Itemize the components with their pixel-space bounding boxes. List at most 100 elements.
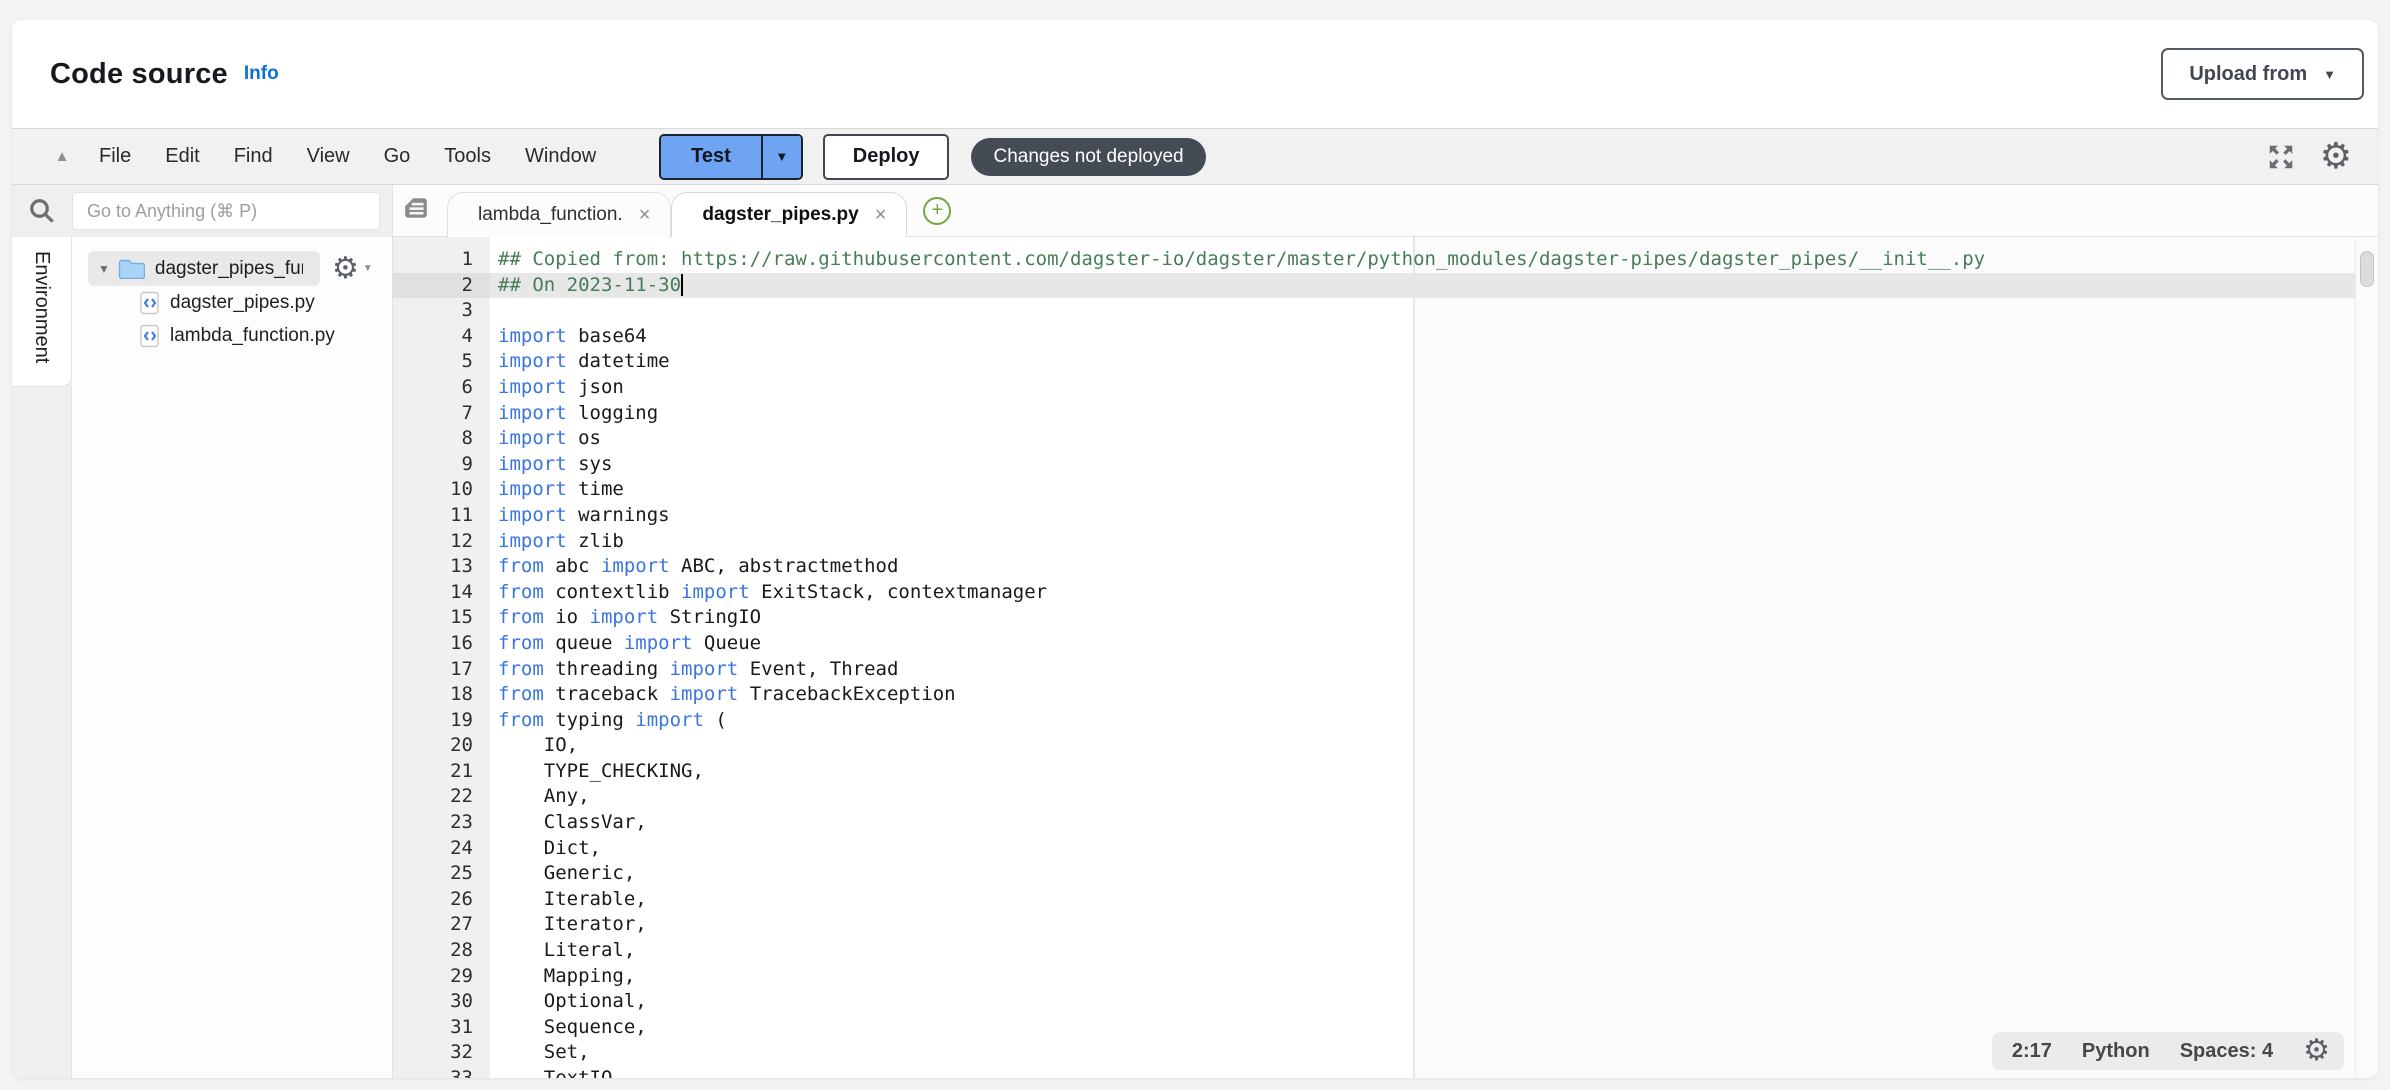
chevron-down-icon: ▼ xyxy=(775,150,788,163)
code-pane: ## Copied from: https://raw.githubuserco… xyxy=(490,237,2378,1078)
menubar: ▲ FileEditFindViewGoToolsWindow Test ▼ D… xyxy=(12,128,2378,185)
code-line: Any, xyxy=(498,784,2378,810)
close-icon[interactable]: × xyxy=(875,205,887,225)
code-source-card: Code source Info Upload from ▼ ▲ FileEdi… xyxy=(12,20,2378,1078)
code-editor[interactable]: 1234567891011121314151617181920212223242… xyxy=(393,237,2378,1078)
menu-go[interactable]: Go xyxy=(367,145,428,168)
text-cursor xyxy=(681,274,683,296)
tree-file-lambda_function-py[interactable]: lambda_function.py xyxy=(72,319,392,352)
line-number: 3 xyxy=(393,298,490,324)
tab-bar: lambda_function. × dagster_pipes.py × + xyxy=(393,185,2378,237)
code-line xyxy=(498,298,2378,324)
code-line: import os xyxy=(498,426,2378,452)
menu-window[interactable]: Window xyxy=(508,145,613,168)
code-line: from queue import Queue xyxy=(498,631,2378,657)
tab-label: dagster_pipes.py xyxy=(702,204,858,226)
page-title: Code source xyxy=(50,58,228,91)
new-tab-button[interactable]: + xyxy=(923,197,951,225)
line-number: 8 xyxy=(393,426,490,452)
code-line: import sys xyxy=(498,452,2378,478)
scrollbar-thumb[interactable] xyxy=(2360,251,2374,287)
line-number: 19 xyxy=(393,708,490,734)
editor-region: lambda_function.×dagster_pipes.py× + 123… xyxy=(392,185,2378,1078)
line-number: 32 xyxy=(393,1040,490,1066)
deploy-status-badge: Changes not deployed xyxy=(971,138,1205,176)
line-number: 4 xyxy=(393,324,490,350)
environment-tab[interactable]: Environment xyxy=(12,237,72,387)
indent-setting[interactable]: Spaces: 4 xyxy=(2180,1040,2273,1063)
tree-folder-row[interactable]: ▼ dagster_pipes_funct xyxy=(88,251,320,286)
python-file-icon xyxy=(140,291,160,315)
code-line: TYPE_CHECKING, xyxy=(498,759,2378,785)
chevron-down-icon: ▼ xyxy=(363,263,373,274)
code-line: from traceback import TracebackException xyxy=(498,682,2378,708)
code-line: import json xyxy=(498,375,2378,401)
code-line: from io import StringIO xyxy=(498,605,2378,631)
test-dropdown-button[interactable]: ▼ xyxy=(761,136,801,178)
menu-view[interactable]: View xyxy=(290,145,367,168)
line-number: 11 xyxy=(393,503,490,529)
code-line: Mapping, xyxy=(498,964,2378,990)
vertical-scrollbar[interactable] xyxy=(2355,237,2378,1078)
close-icon[interactable]: × xyxy=(639,205,651,225)
code-line: Dict, xyxy=(498,836,2378,862)
tree-file-dagster_pipes-py[interactable]: dagster_pipes.py xyxy=(72,286,392,319)
line-number: 33 xyxy=(393,1066,490,1078)
line-number-gutter[interactable]: 1234567891011121314151617181920212223242… xyxy=(393,237,490,1078)
line-number: 14 xyxy=(393,580,490,606)
test-button[interactable]: Test xyxy=(661,136,761,178)
editor-settings-gear-icon[interactable]: ⚙ xyxy=(2303,1036,2330,1066)
line-number: 5 xyxy=(393,349,490,375)
folder-expand-icon[interactable]: ▼ xyxy=(98,262,110,276)
code-line: import time xyxy=(498,477,2378,503)
line-number: 7 xyxy=(393,401,490,427)
code-line: import base64 xyxy=(498,324,2378,350)
language-mode[interactable]: Python xyxy=(2082,1040,2150,1063)
gear-icon: ⚙ xyxy=(332,254,359,284)
line-number: 28 xyxy=(393,938,490,964)
upload-from-button[interactable]: Upload from ▼ xyxy=(2161,48,2364,100)
code-line: from typing import ( xyxy=(498,708,2378,734)
code-line: ClassVar, xyxy=(498,810,2378,836)
tab-dagster_pipes-py[interactable]: dagster_pipes.py × xyxy=(671,192,907,237)
editor-status-bar: 2:17 Python Spaces: 4 ⚙ xyxy=(1992,1032,2344,1070)
line-number: 18 xyxy=(393,682,490,708)
tab-list-icon[interactable] xyxy=(403,195,429,226)
menu-find[interactable]: Find xyxy=(217,145,290,168)
menu-tools[interactable]: Tools xyxy=(427,145,508,168)
code-line: Iterable, xyxy=(498,887,2378,913)
settings-gear-icon[interactable]: ⚙ xyxy=(2320,139,2352,175)
menu-edit[interactable]: Edit xyxy=(148,145,216,168)
deploy-button[interactable]: Deploy xyxy=(823,134,950,180)
info-link[interactable]: Info xyxy=(244,63,279,85)
line-number: 17 xyxy=(393,657,490,683)
collapse-panel-icon[interactable]: ▲ xyxy=(42,148,82,165)
folder-icon xyxy=(118,258,145,279)
main-area: Environment ▼ dagster_pipes_funct xyxy=(12,185,2378,1078)
header: Code source Info Upload from ▼ xyxy=(12,20,2378,128)
lambda-code-editor: Code source Info Upload from ▼ ▲ FileEdi… xyxy=(0,0,2390,1090)
code-line: import zlib xyxy=(498,529,2378,555)
line-number: 1 xyxy=(393,247,490,273)
line-number: 22 xyxy=(393,784,490,810)
goto-anything-input[interactable] xyxy=(72,192,380,230)
line-number: 10 xyxy=(393,477,490,503)
tree-settings-button[interactable]: ⚙ ▼ xyxy=(332,254,373,284)
code-line: import datetime xyxy=(498,349,2378,375)
left-region: Environment ▼ dagster_pipes_funct xyxy=(12,185,392,1078)
cursor-position[interactable]: 2:17 xyxy=(2012,1040,2052,1063)
fullscreen-icon[interactable] xyxy=(2266,142,2296,172)
tab-lambda_function-[interactable]: lambda_function. × xyxy=(447,192,671,237)
code-line: ## Copied from: https://raw.githubuserco… xyxy=(498,247,2378,273)
code-line: ## On 2023-11-30 xyxy=(498,273,2378,299)
code-line: import logging xyxy=(498,401,2378,427)
line-number: 2 xyxy=(393,273,490,299)
menu-file[interactable]: File xyxy=(82,145,148,168)
file-name: dagster_pipes.py xyxy=(170,292,315,314)
tab-label: lambda_function. xyxy=(478,204,623,226)
line-number: 29 xyxy=(393,964,490,990)
file-tree: ▼ dagster_pipes_funct ⚙ ▼ dag xyxy=(72,237,392,1078)
line-number: 6 xyxy=(393,375,490,401)
line-number: 20 xyxy=(393,733,490,759)
search-icon xyxy=(12,196,72,226)
